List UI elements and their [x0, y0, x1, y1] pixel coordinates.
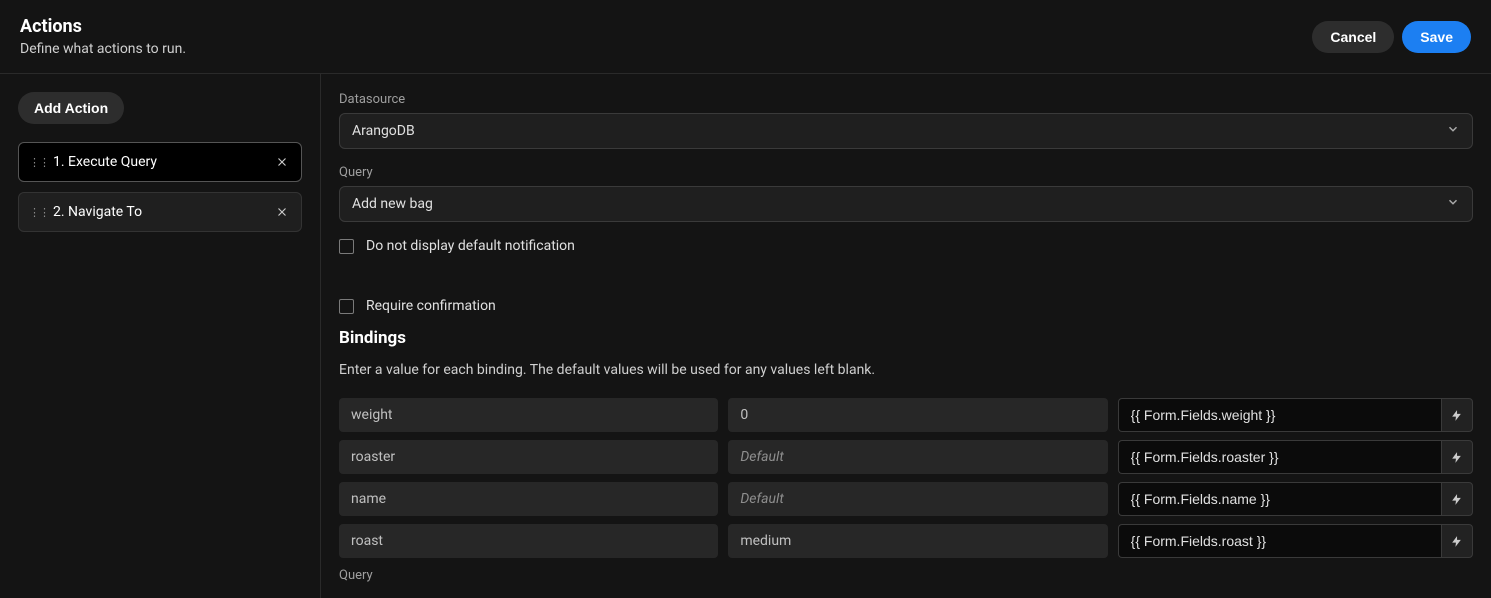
action-item-label: 1. Execute Query [53, 154, 273, 170]
binding-name: roast [339, 524, 718, 558]
datasource-select[interactable]: ArangoDB [339, 113, 1473, 149]
binding-default: 0 [728, 398, 1107, 432]
query-select-label: Query [339, 165, 1473, 180]
checkbox-icon [339, 239, 354, 254]
bolt-icon[interactable] [1441, 440, 1473, 474]
bindings-title: Bindings [339, 328, 1473, 348]
action-list: ⋮⋮ 1. Execute Query ⋮⋮ 2. Navigate To [18, 142, 302, 232]
chevron-down-icon [1446, 122, 1460, 140]
query-select[interactable]: Add new bag [339, 186, 1473, 222]
query-select-value: Add new bag [352, 196, 433, 212]
chevron-down-icon [1446, 195, 1460, 213]
page-subtitle: Define what actions to run. [20, 41, 186, 57]
action-item[interactable]: ⋮⋮ 1. Execute Query [18, 142, 302, 182]
header-text: Actions Define what actions to run. [20, 16, 186, 57]
drag-handle-icon[interactable]: ⋮⋮ [29, 207, 41, 218]
body: Add Action ⋮⋮ 1. Execute Query ⋮⋮ 2. Naviga… [0, 74, 1491, 598]
binding-value-input[interactable] [1118, 440, 1441, 474]
checkbox-icon [339, 299, 354, 314]
bolt-icon[interactable] [1441, 398, 1473, 432]
binding-name: name [339, 482, 718, 516]
drag-handle-icon[interactable]: ⋮⋮ [29, 157, 41, 168]
datasource-label: Datasource [339, 92, 1473, 107]
binding-default: medium [728, 524, 1107, 558]
no-notification-label: Do not display default notification [366, 238, 575, 254]
close-icon[interactable] [273, 153, 291, 171]
header: Actions Define what actions to run. Canc… [0, 0, 1491, 74]
binding-row: roaster Default [339, 440, 1473, 474]
close-icon[interactable] [273, 203, 291, 221]
header-actions: Cancel Save [1312, 21, 1471, 53]
binding-name: weight [339, 398, 718, 432]
page-title: Actions [20, 16, 186, 37]
add-action-button[interactable]: Add Action [18, 92, 124, 124]
binding-name: roaster [339, 440, 718, 474]
save-button[interactable]: Save [1402, 21, 1471, 53]
binding-value-wrap [1118, 440, 1473, 474]
binding-row: roast medium [339, 524, 1473, 558]
binding-row: name Default [339, 482, 1473, 516]
datasource-value: ArangoDB [352, 123, 415, 139]
binding-value-wrap [1118, 398, 1473, 432]
binding-row: weight 0 [339, 398, 1473, 432]
binding-value-input[interactable] [1118, 482, 1441, 516]
require-confirmation-checkbox-row[interactable]: Require confirmation [339, 298, 1473, 314]
binding-value-wrap [1118, 482, 1473, 516]
binding-value-input[interactable] [1118, 524, 1441, 558]
binding-default: Default [728, 482, 1107, 516]
bindings-description: Enter a value for each binding. The defa… [339, 362, 1473, 378]
main-panel: Datasource ArangoDB Query Add new bag Do… [321, 74, 1491, 598]
no-notification-checkbox-row[interactable]: Do not display default notification [339, 238, 1473, 254]
require-confirmation-label: Require confirmation [366, 298, 496, 314]
binding-value-input[interactable] [1118, 398, 1441, 432]
action-item-label: 2. Navigate To [53, 204, 273, 220]
action-item[interactable]: ⋮⋮ 2. Navigate To [18, 192, 302, 232]
binding-default: Default [728, 440, 1107, 474]
cancel-button[interactable]: Cancel [1312, 21, 1394, 53]
query-bottom-label: Query [339, 568, 1473, 583]
binding-value-wrap [1118, 524, 1473, 558]
bolt-icon[interactable] [1441, 524, 1473, 558]
bindings-list: weight 0 roaster Default name Default roast med… [339, 398, 1473, 558]
sidebar: Add Action ⋮⋮ 1. Execute Query ⋮⋮ 2. Naviga… [0, 74, 321, 598]
bolt-icon[interactable] [1441, 482, 1473, 516]
